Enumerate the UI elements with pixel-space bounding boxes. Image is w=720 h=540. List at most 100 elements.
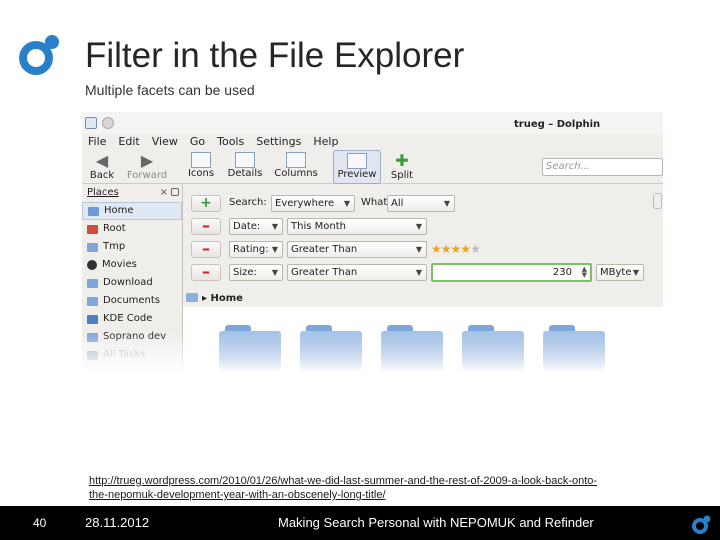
places-item-soprano-dev[interactable]: Soprano dev: [82, 328, 182, 346]
icons-view-icon: [191, 152, 211, 168]
menu-file[interactable]: File: [88, 134, 106, 150]
footer-bar: 40 28.11.2012 Making Search Personal wit…: [0, 506, 720, 540]
slide-subtitle: Multiple facets can be used: [85, 82, 255, 98]
close-icon[interactable]: ×: [160, 184, 168, 202]
folder-icon[interactable]: [462, 325, 524, 371]
window-pin-icon[interactable]: [102, 117, 114, 129]
places-item-download[interactable]: Download: [82, 274, 182, 292]
folder-icon: [186, 293, 198, 302]
folder-icon[interactable]: [543, 325, 605, 371]
split-icon: ✚: [395, 151, 409, 170]
search-scope-label: Search:: [229, 197, 267, 208]
columns-view-icon: [286, 152, 306, 168]
menu-tools[interactable]: Tools: [217, 134, 244, 150]
details-view-button[interactable]: Details: [227, 150, 263, 184]
split-button[interactable]: ✚ Split: [388, 150, 416, 184]
what-select[interactable]: All ▼: [387, 195, 455, 212]
places-header: Places ×: [82, 184, 182, 202]
kde-folder-icon: [87, 314, 98, 324]
file-view: [183, 307, 663, 377]
breadcrumb-home[interactable]: Home: [211, 293, 243, 304]
icons-view-button[interactable]: Icons: [184, 150, 218, 184]
star-icon[interactable]: ★: [451, 242, 462, 256]
folder-icon: [87, 278, 98, 288]
places-item-home[interactable]: Home: [82, 202, 182, 220]
folder-icon: [87, 242, 98, 252]
columns-view-button[interactable]: Columns: [274, 150, 318, 184]
chevron-down-icon: ▼: [343, 199, 350, 208]
folder-icon[interactable]: [381, 325, 443, 371]
window-titlebar: trueg – Dolphin: [82, 112, 663, 134]
rating-stars[interactable]: ★★★★★: [431, 241, 481, 257]
forward-button[interactable]: ▶ Forward: [124, 150, 170, 184]
back-button[interactable]: ◀ Back: [86, 150, 118, 184]
places-item-tmp[interactable]: Tmp: [82, 238, 182, 256]
chevron-down-icon: ▼: [443, 199, 450, 208]
places-item-movies[interactable]: Movies: [82, 256, 182, 274]
folder-icon: [87, 332, 98, 342]
places-item-all-tasks[interactable]: All Tasks: [82, 346, 182, 364]
star-icon[interactable]: ★: [441, 242, 452, 256]
search-scope-select[interactable]: Everywhere ▼: [271, 195, 355, 212]
window-title: trueg – Dolphin: [514, 119, 601, 130]
home-folder-icon: [88, 206, 99, 216]
slide-title: Filter in the File Explorer: [85, 36, 465, 75]
size-field-select[interactable]: Size: ▼: [229, 264, 283, 281]
page-number: 40: [33, 516, 47, 530]
spin-arrows-icon[interactable]: ▲ ▼: [582, 266, 587, 279]
size-op-select[interactable]: Greater Than ▼: [287, 264, 427, 281]
chevron-down-icon: ▼: [271, 268, 278, 277]
chevron-down-icon: ▼: [415, 222, 422, 231]
star-icon[interactable]: ★: [431, 242, 442, 256]
date-field-select[interactable]: Date: ▼: [229, 218, 283, 235]
filter-row-size: – Size: ▼ Greater Than ▼ 230 ▲ ▼ MByte ▼: [185, 263, 663, 282]
date-value-select[interactable]: This Month ▼: [287, 218, 427, 235]
folder-icon[interactable]: [300, 325, 362, 371]
chevron-down-icon: ▼: [271, 222, 278, 231]
chevron-down-icon: ▼: [632, 268, 639, 277]
window-menu-icon[interactable]: [85, 117, 97, 129]
folder-icon[interactable]: [219, 325, 281, 371]
chevron-down-icon: ▼: [415, 268, 422, 277]
preview-button[interactable]: Preview: [333, 150, 381, 184]
menu-edit[interactable]: Edit: [118, 134, 139, 150]
scrollbar-thumb[interactable]: [653, 193, 662, 209]
places-item-root[interactable]: Root: [82, 220, 182, 238]
star-icon[interactable]: ★: [470, 242, 481, 256]
footer-date: 28.11.2012: [85, 515, 150, 530]
source-link[interactable]: http://trueg.wordpress.com/2010/01/26/wh…: [89, 474, 659, 502]
toolbar: ◀ Back ▶ Forward Icons Details Columns P…: [82, 150, 663, 184]
root-folder-icon: [87, 224, 98, 234]
nepomuk-logo: [19, 35, 59, 75]
menu-go[interactable]: Go: [190, 134, 205, 150]
star-icon[interactable]: ★: [460, 242, 471, 256]
movies-icon: [87, 260, 97, 270]
remove-filter-button[interactable]: –: [191, 264, 221, 281]
search-input[interactable]: Search...: [542, 158, 663, 176]
places-panel: Places × Home Root Tmp Movies Download D…: [82, 184, 182, 377]
breadcrumb-separator-icon: ▸: [202, 293, 211, 304]
remove-filter-button[interactable]: –: [191, 241, 221, 258]
arrow-right-icon: ▶: [140, 151, 154, 170]
dolphin-window: trueg – Dolphin File Edit View Go Tools …: [82, 112, 663, 377]
filter-row-search: + Search: Everywhere ▼ What: All ▼: [185, 194, 663, 212]
places-item-documents[interactable]: Documents: [82, 292, 182, 310]
details-view-icon: [235, 152, 255, 168]
rating-op-select[interactable]: Greater Than ▼: [287, 241, 427, 258]
chevron-down-icon: ▼: [271, 245, 278, 254]
places-item-kde-code[interactable]: KDE Code: [82, 310, 182, 328]
chevron-down-icon: ▼: [415, 245, 422, 254]
size-unit-select[interactable]: MByte ▼: [596, 264, 644, 281]
nepomuk-logo: [692, 515, 711, 534]
menu-help[interactable]: Help: [313, 134, 338, 150]
filter-row-date: – Date: ▼ This Month ▼: [185, 217, 663, 235]
menu-bar: File Edit View Go Tools Settings Help: [82, 134, 338, 150]
remove-filter-button[interactable]: –: [191, 218, 221, 235]
footer-title: Making Search Personal with NEPOMUK and …: [278, 515, 594, 530]
float-icon[interactable]: [171, 188, 179, 196]
size-value-spinbox[interactable]: 230 ▲ ▼: [431, 263, 592, 282]
add-filter-button[interactable]: +: [191, 195, 221, 212]
menu-settings[interactable]: Settings: [256, 134, 301, 150]
menu-view[interactable]: View: [152, 134, 178, 150]
rating-field-select[interactable]: Rating: ▼: [229, 241, 283, 258]
